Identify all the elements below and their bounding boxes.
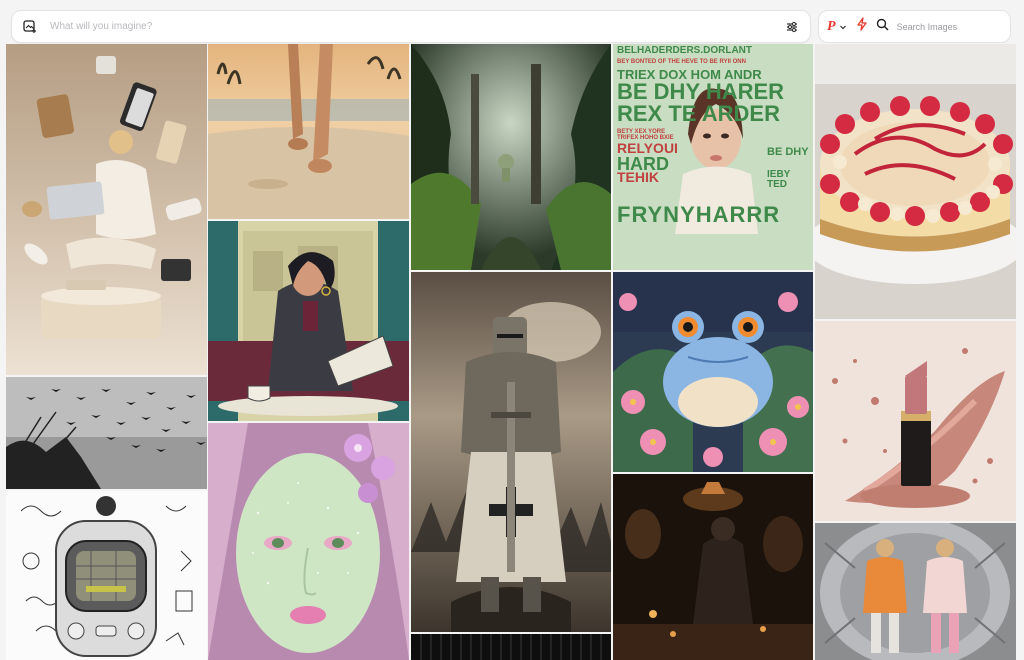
image-raspberry-cheesecake (815, 44, 1016, 319)
search-bar: P (818, 10, 1011, 43)
image-tile-forest-creature[interactable] (411, 44, 611, 270)
poster-line-12: IEBY TED (767, 169, 791, 190)
image-tile-knight-sword[interactable] (411, 272, 611, 632)
poster-line-10: BE DHY (767, 146, 809, 158)
search-input[interactable] (894, 20, 989, 33)
image-tile-blue-frog[interactable] (613, 272, 813, 472)
image-floating-laptop-woman (6, 44, 207, 375)
poster-line-2: BEY BONTED OF THE HEVE TO BE RYII ONN (617, 59, 746, 65)
image-dark-stripes (411, 634, 611, 660)
poster-line-1: BELHADERDERS.DORLANT (617, 45, 752, 56)
image-glitter-doll-face (208, 423, 409, 660)
prompt-bar[interactable] (11, 10, 811, 43)
poster-line-13: FRYNYHARRR (617, 202, 781, 227)
image-tile-birds-flock[interactable] (6, 377, 207, 489)
image-tile-comic-woman-cafe[interactable] (208, 221, 409, 421)
poster-line-5: REX TE ARDER (617, 101, 780, 126)
image-tile-beach-feet[interactable] (208, 44, 409, 219)
image-blue-frog (613, 272, 813, 472)
image-tile-raspberry-cheesecake[interactable] (815, 44, 1016, 319)
prompt-input[interactable] (48, 20, 784, 33)
image-dim-bar (613, 474, 813, 660)
image-retro-device-doodle (6, 491, 207, 660)
image-tile-dark-stripes[interactable] (411, 634, 611, 660)
chevron-down-icon[interactable] (839, 18, 847, 36)
image-comic-woman-cafe (208, 221, 409, 421)
image-tile-lipstick-splash[interactable] (815, 321, 1016, 521)
image-birds-flock (6, 377, 207, 489)
image-add-icon[interactable] (22, 19, 38, 35)
bolt-icon[interactable] (856, 17, 868, 36)
poster-line-4: BE DHY HARER (617, 79, 785, 104)
image-knight-sword (411, 272, 611, 632)
image-forest-creature (411, 44, 611, 270)
image-tile-typography-poster[interactable]: BELHADERDERS.DORLANT BEY BONTED OF THE H… (613, 44, 813, 270)
sliders-icon[interactable] (784, 19, 800, 35)
image-tile-dim-bar[interactable] (613, 474, 813, 660)
image-tile-glitter-doll-face[interactable] (208, 423, 409, 660)
brand-logo[interactable]: P (827, 19, 836, 35)
image-tile-floating-laptop-woman[interactable] (6, 44, 207, 375)
image-tile-space-fashion-twins[interactable] (815, 523, 1016, 660)
image-space-fashion-twins (815, 523, 1016, 660)
poster-text: BELHADERDERS.DORLANT BEY BONTED OF THE H… (617, 46, 809, 226)
image-beach-feet (208, 44, 409, 219)
image-lipstick-splash (815, 321, 1016, 521)
image-tile-retro-device-doodle[interactable] (6, 491, 207, 660)
search-icon[interactable] (876, 18, 889, 36)
